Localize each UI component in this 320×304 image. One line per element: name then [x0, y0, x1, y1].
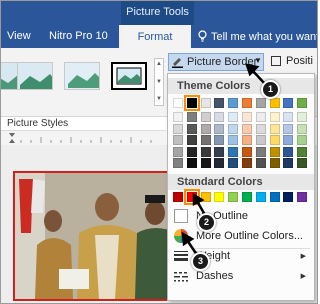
callout-2: 2 [197, 213, 216, 232]
word-window: Picture Tools View Nitro Pro 10 Format T… [0, 0, 318, 304]
callout-1: 1 [261, 80, 280, 99]
callout-3: 3 [191, 252, 210, 271]
callout-arrows [181, 63, 267, 256]
